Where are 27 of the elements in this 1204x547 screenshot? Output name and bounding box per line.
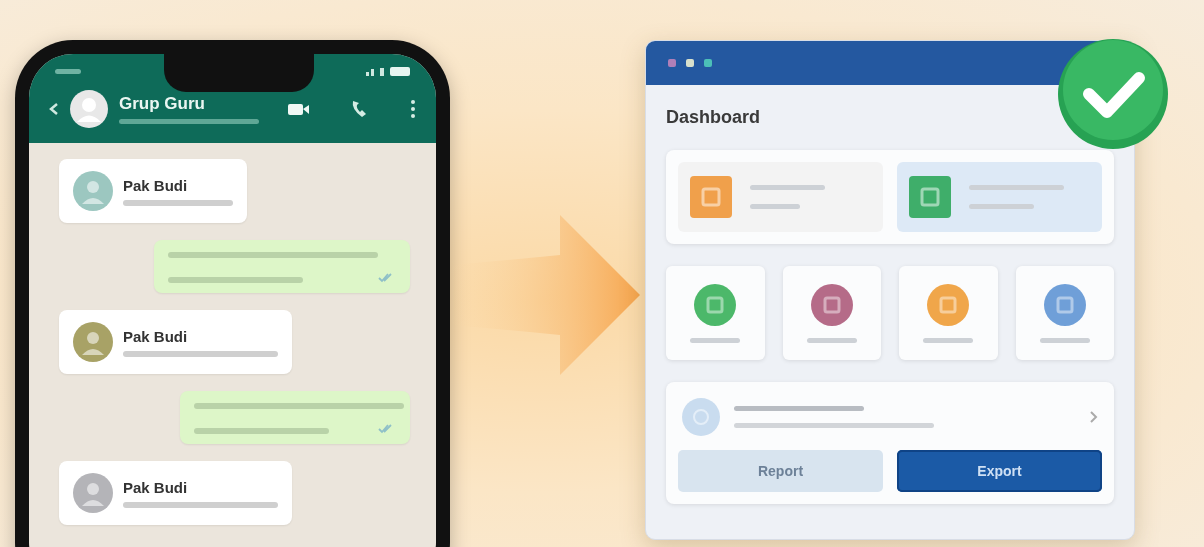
check-badge-icon (1057, 38, 1169, 150)
sender-name: Pak Budi (123, 176, 189, 194)
phone-call-icon[interactable] (350, 99, 368, 119)
avatar-icon (682, 398, 720, 436)
sender-name: Pak Budi (123, 478, 189, 496)
time-placeholder (55, 69, 81, 74)
shortcut-card[interactable] (1015, 266, 1114, 360)
shortcut-card[interactable] (899, 266, 998, 360)
sender-name: Pak Budi (123, 327, 189, 345)
chat-title: Grup Guru (119, 94, 206, 114)
primary-button[interactable]: Export (897, 450, 1102, 492)
placeholder-line (969, 204, 1034, 209)
shortcut-card[interactable] (782, 266, 881, 360)
secondary-button[interactable]: Report (678, 450, 883, 492)
placeholder-line (1039, 337, 1090, 343)
placeholder-line (806, 337, 857, 343)
placeholder-line (690, 337, 741, 343)
chevron-right-icon[interactable] (1089, 410, 1098, 424)
more-options-icon[interactable] (410, 99, 416, 119)
double-check-icon (378, 271, 392, 283)
status-icons (366, 66, 410, 77)
dashboard-title: Dashboard (666, 107, 762, 128)
placeholder-line (750, 204, 800, 209)
shortcut-card[interactable] (666, 266, 765, 360)
double-check-icon (378, 422, 392, 434)
placeholder-line (923, 337, 974, 343)
avatar-icon (69, 89, 109, 129)
